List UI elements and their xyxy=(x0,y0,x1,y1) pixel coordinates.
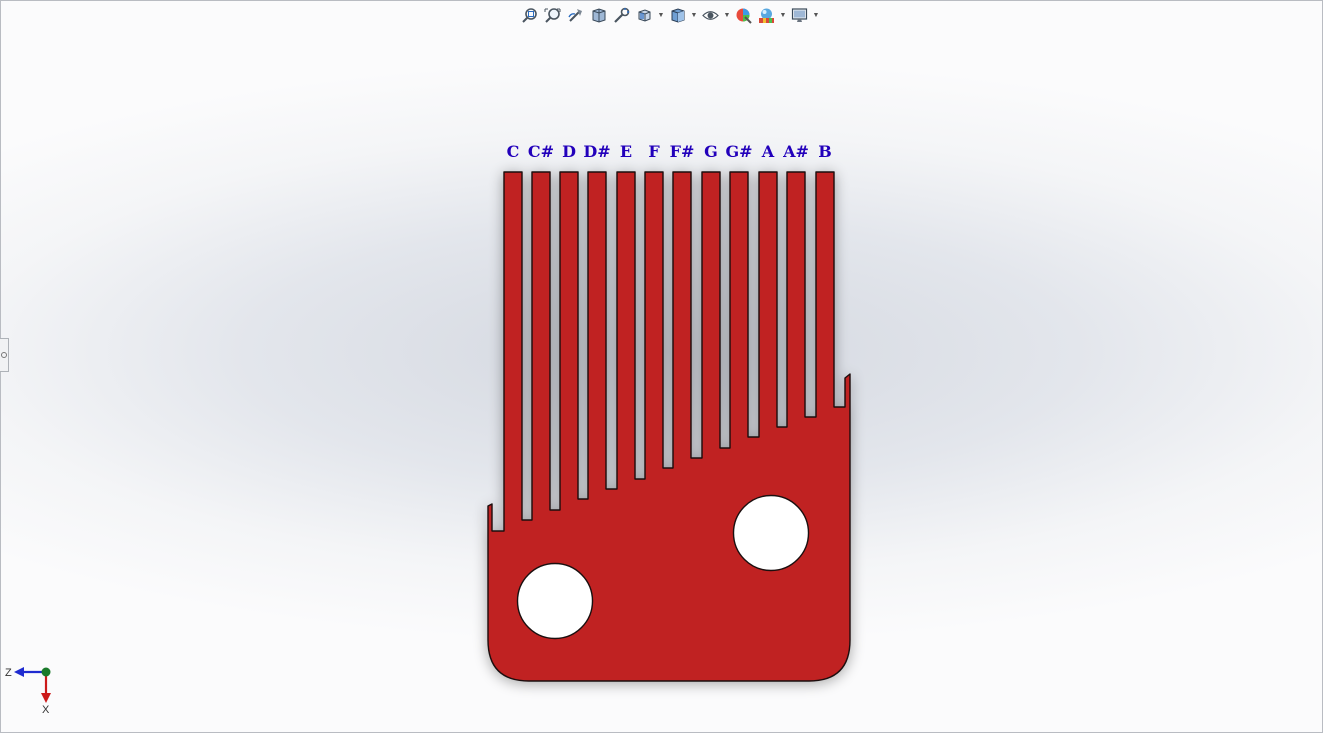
tine-label: D xyxy=(562,142,576,161)
tine-label: F xyxy=(648,142,660,161)
tine-label: C xyxy=(507,142,520,161)
x-axis-label: X xyxy=(42,704,50,716)
tine-label: G# xyxy=(725,142,752,161)
tine-label: C# xyxy=(528,142,554,161)
tine-label: D# xyxy=(583,142,610,161)
comb-model-view: C C# D D# E F F# G G# A A# B xyxy=(487,142,851,682)
x-axis-arrowhead-icon xyxy=(41,693,51,703)
tine-label: A xyxy=(761,142,775,161)
tine-label: A# xyxy=(782,142,809,161)
mounting-hole-left[interactable] xyxy=(516,562,594,640)
triad-origin xyxy=(41,667,51,677)
tine-label: E xyxy=(620,142,632,161)
tine-label: B xyxy=(818,142,832,161)
tine-label: F# xyxy=(670,142,695,161)
z-axis-arrowhead-icon xyxy=(14,667,24,677)
mounting-hole-right[interactable] xyxy=(732,494,810,572)
z-axis-label: Z xyxy=(5,667,12,679)
reference-triad: Z X xyxy=(5,667,51,716)
tine-label: G xyxy=(704,142,718,161)
tine-labels: C C# D D# E F F# G G# A A# B xyxy=(507,142,832,161)
